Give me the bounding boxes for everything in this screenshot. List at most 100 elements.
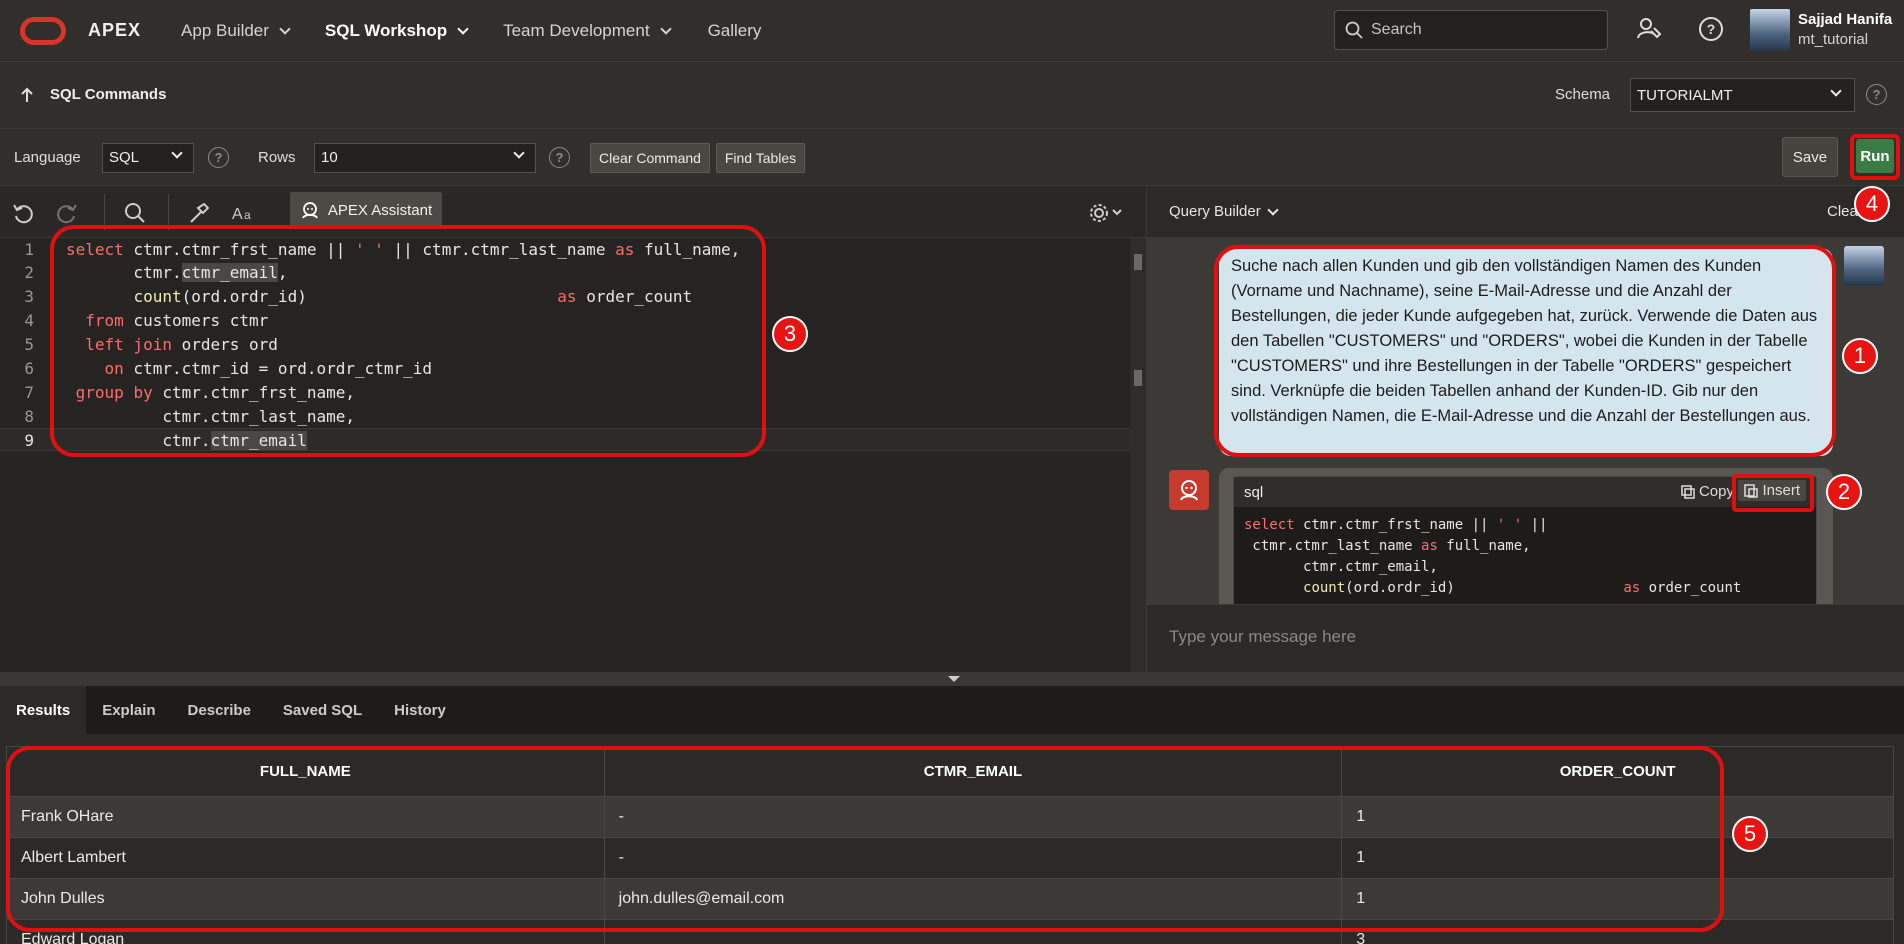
code-block-content: select ctmr.ctmr_frst_name || ' ' || ctm… — [1244, 517, 1742, 596]
search-box[interactable] — [1334, 10, 1608, 50]
help-icon[interactable]: ? — [1696, 14, 1726, 44]
code-line: 1 select ctmr.ctmr_frst_name || ' ' || ct… — [24, 240, 741, 259]
table-cell: Albert Lambert — [6, 837, 605, 879]
table-cell: Edward Logan — [6, 919, 605, 944]
code-language: sql — [1244, 483, 1264, 501]
nav-team-development[interactable]: Team Development — [503, 20, 672, 41]
table-row: John Dulles john.dulles@email.com 1 — [6, 878, 1894, 920]
column-header[interactable]: ORDER_COUNT — [1341, 746, 1894, 797]
rows-select[interactable]: 10 — [314, 143, 536, 173]
table-cell — [603, 919, 1343, 944]
nav-app-builder-label: App Builder — [181, 20, 269, 40]
insert-button[interactable]: Insert — [1738, 480, 1806, 501]
language-value: SQL — [109, 149, 140, 166]
table-cell: - — [603, 796, 1343, 838]
sql-code-editor[interactable]: 1 select ctmr.ctmr_frst_name || ' ' || ct… — [0, 238, 1130, 672]
scrollbar-thumb[interactable] — [1134, 254, 1142, 270]
nav-gallery[interactable]: Gallery — [708, 21, 762, 41]
svg-text:A: A — [232, 206, 243, 223]
assistant-panel-header: Query Builder Clear — [1147, 186, 1904, 238]
find-tables-button[interactable]: Find Tables — [716, 143, 805, 173]
rows-help-icon[interactable]: ? — [549, 147, 570, 168]
user-avatar[interactable] — [1750, 9, 1790, 51]
table-cell: john.dulles@email.com — [603, 878, 1343, 920]
assistant-avatar — [1169, 470, 1209, 510]
toolbar-divider — [104, 194, 105, 230]
user-message-avatar — [1844, 246, 1884, 286]
clear-command-button[interactable]: Clear Command — [590, 143, 710, 173]
administration-icon[interactable] — [1634, 14, 1664, 44]
table-row: Edward Logan 3 — [6, 919, 1894, 944]
chevron-down-icon — [171, 147, 183, 159]
tab-describe[interactable]: Describe — [172, 686, 267, 734]
assistant-panel: Query Builder Clear Suche nach allen Kun… — [1146, 186, 1904, 672]
table-cell: Frank OHare — [6, 796, 605, 838]
chat-history[interactable]: Suche nach allen Kunden und gib den voll… — [1147, 238, 1904, 604]
annotation-number: 3 — [772, 316, 808, 352]
schema-select[interactable]: TUTORIALMT — [1630, 78, 1855, 112]
scrollbar-marker — [1134, 370, 1142, 386]
query-builder-menu[interactable]: Query Builder — [1169, 203, 1279, 220]
tab-history[interactable]: History — [378, 686, 462, 734]
user-workspace: mt_tutorial — [1798, 31, 1869, 48]
query-builder-label: Query Builder — [1169, 203, 1261, 220]
code-line: 3 count(ord.ordr_id) as order_count — [24, 287, 693, 306]
table-cell: 3 — [1341, 919, 1894, 944]
apex-assistant-button[interactable]: APEX Assistant — [290, 192, 442, 228]
top-navigation: APEX App Builder SQL Workshop Team Devel… — [0, 0, 1904, 61]
save-button[interactable]: Save — [1782, 137, 1838, 177]
chevron-down-icon — [659, 22, 672, 35]
redo-icon[interactable] — [54, 200, 80, 226]
nav-team-development-label: Team Development — [503, 20, 650, 40]
code-line: 4 from customers ctmr — [24, 311, 269, 330]
nav-app-builder[interactable]: App Builder — [181, 20, 291, 41]
language-help-icon[interactable]: ? — [208, 147, 229, 168]
arrow-up-icon[interactable] — [20, 87, 34, 103]
tab-saved-sql[interactable]: Saved SQL — [267, 686, 378, 734]
tab-explain[interactable]: Explain — [86, 686, 171, 734]
breadcrumb: SQL Commands — [20, 86, 166, 103]
chat-input-area — [1147, 604, 1904, 672]
language-select[interactable]: SQL — [102, 143, 194, 173]
user-name[interactable]: Sajjad Hanifa — [1798, 11, 1892, 28]
table-cell: 1 — [1341, 878, 1894, 920]
column-header[interactable]: FULL_NAME — [6, 746, 605, 797]
search-input[interactable] — [1371, 21, 1591, 39]
svg-text:?: ? — [1707, 21, 1716, 37]
copy-icon — [1681, 484, 1695, 499]
panel-splitter[interactable] — [0, 672, 1904, 686]
oracle-logo-icon[interactable] — [20, 16, 66, 45]
text-case-icon[interactable]: Aa — [230, 200, 256, 226]
assistant-message: sql Copy Insert select ctmr.ctmr_frst_na… — [1219, 468, 1833, 604]
page-header: SQL Commands Schema TUTORIALMT ? — [0, 61, 1904, 128]
rows-value: 10 — [321, 149, 338, 166]
brand-name[interactable]: APEX — [88, 20, 141, 41]
nav-sql-workshop[interactable]: SQL Workshop — [324, 20, 469, 41]
table-cell: 1 — [1341, 837, 1894, 879]
schema-help-icon[interactable]: ? — [1866, 84, 1887, 105]
annotation-number: 4 — [1854, 186, 1890, 222]
chat-message-input[interactable] — [1169, 627, 1869, 647]
nav-gallery-label: Gallery — [707, 20, 762, 40]
schema-label: Schema — [1555, 86, 1611, 103]
editor-toolbar: Aa APEX Assistant — [0, 186, 1146, 238]
column-header[interactable]: CTMR_EMAIL — [603, 746, 1343, 797]
run-button[interactable]: Run — [1856, 139, 1894, 173]
results-tabs: Results Explain Describe Saved SQL Histo… — [0, 686, 1904, 734]
rows-label: Rows — [258, 149, 296, 166]
editor-settings-icon[interactable] — [1086, 200, 1126, 226]
format-hammer-icon[interactable] — [186, 200, 212, 226]
nav-sql-workshop-label: SQL Workshop — [324, 20, 448, 40]
editor-scrollbar[interactable] — [1130, 238, 1146, 672]
find-icon[interactable] — [122, 200, 148, 226]
tab-results[interactable]: Results — [0, 686, 87, 734]
code-line: 5 left join orders ord — [24, 335, 278, 354]
copy-button[interactable]: Copy — [1681, 483, 1734, 500]
code-line: 7 group by ctmr.ctmr_frst_name, — [24, 383, 355, 402]
table-cell: - — [603, 837, 1343, 879]
language-label: Language — [14, 149, 81, 166]
collapse-arrow-icon[interactable] — [948, 676, 960, 682]
apex-assistant-label: APEX Assistant — [327, 201, 433, 219]
undo-icon[interactable] — [10, 200, 36, 226]
code-block-header: sql Copy Insert — [1234, 477, 1816, 507]
